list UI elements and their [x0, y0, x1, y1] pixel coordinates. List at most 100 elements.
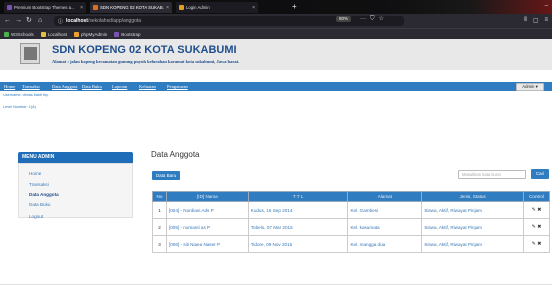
page-title: Data Anggota: [151, 150, 200, 159]
data-baru-button[interactable]: Data Baru: [152, 171, 180, 180]
nav-pengaturan[interactable]: Pengaturan: [167, 82, 188, 91]
forward-icon[interactable]: →: [15, 17, 22, 25]
anggota-table: No [ID] Nama T T L Alamat Jenis, Status …: [152, 191, 550, 253]
tab-title: Login Admin: [186, 5, 210, 10]
sidebar-title: MENU ADMIN: [18, 152, 133, 163]
reload-icon[interactable]: ↻: [26, 17, 32, 25]
bookmarks-bar: W3Schools Localhost phpMyAdmin Bootstrap: [0, 28, 552, 39]
shield-icon[interactable]: ⛉: [370, 14, 375, 24]
bookmark-item[interactable]: Localhost: [40, 31, 68, 37]
delete-icon[interactable]: ✖: [537, 207, 541, 213]
row-ttl: Tobelo, 07 Mar 2015: [247, 218, 349, 236]
browser-tab[interactable]: Login Admin ×: [176, 2, 258, 13]
row-status: Siswa, Aktif, Riwayat Pinjam: [421, 235, 524, 253]
nav-data-anggota[interactable]: Data Anggota: [52, 82, 77, 91]
column-header: T T L: [247, 191, 349, 202]
row-alamat: Kel. mangga dua: [347, 235, 423, 253]
bookmark-label: Bootstrap: [121, 31, 141, 37]
row-ttl: Kudus, 16 Sep 2014: [247, 201, 349, 219]
sidebar-item-transaksi[interactable]: Transaksi: [29, 182, 49, 187]
column-header: Alamat: [347, 191, 423, 202]
row-status: Siswa, Aktif, Riwayat Pinjam: [421, 218, 524, 236]
sidebar-item-data-anggota[interactable]: Data Anggota: [29, 192, 59, 197]
back-icon[interactable]: ←: [4, 17, 11, 25]
row-name: [004] - Nurdiani Ads P: [165, 201, 249, 219]
delete-icon[interactable]: ✖: [537, 241, 541, 247]
sidebar-menu: Home Transaksi Data Anggota Data Buku Lo…: [18, 163, 133, 219]
bookmark-label: phpMyAdmin: [81, 31, 108, 37]
row-name: [005] - nursanti as P: [165, 218, 249, 236]
admin-dropdown-button[interactable]: Admin ▾: [516, 83, 544, 91]
close-icon[interactable]: ×: [80, 5, 83, 11]
bootstrap-icon: [7, 5, 12, 10]
nav-home[interactable]: Home: [4, 82, 15, 91]
row-name: [006] - siti Niaea Naser P: [165, 235, 249, 253]
table-row: 2 [005] - nursanti as P Tobelo, 07 Mar 2…: [152, 218, 550, 236]
site-title: SDN KOPENG 02 KOTA SUKABUMI: [52, 44, 237, 56]
star-icon[interactable]: ☆: [379, 14, 384, 24]
column-header: Jenis, Status: [421, 191, 524, 202]
browser-tab-bar: Premium Bootstrap Themes a... × SDN KOPE…: [0, 0, 552, 14]
browser-tab-active[interactable]: SDN KOPENG 02 KOTA SUKAB... ×: [90, 2, 172, 13]
more-icon[interactable]: ···: [360, 14, 366, 24]
school-logo-icon: [20, 43, 40, 64]
url-path: /sekolahsd/app/anggota: [87, 18, 142, 24]
close-icon[interactable]: ×: [252, 5, 255, 11]
bookmark-label: Localhost: [47, 31, 68, 37]
row-alamat: Kel. Gambesi: [347, 201, 423, 219]
site-icon: [179, 5, 184, 10]
browser-tab[interactable]: Premium Bootstrap Themes a... ×: [4, 2, 86, 13]
search-input[interactable]: Masukkan kata kunci: [458, 170, 526, 179]
row-status: Siswa, Aktif, Riwayat Pinjam: [421, 201, 524, 219]
folder-icon: [40, 31, 46, 37]
edit-icon[interactable]: ✎: [532, 224, 536, 230]
table-row: 3 [006] - siti Niaea Naser P Tidore, 09 …: [152, 235, 550, 253]
sidebar-icon[interactable]: ▢: [533, 17, 539, 24]
row-number: 3: [152, 235, 167, 253]
nav-data-buku[interactable]: Data Buku: [82, 82, 102, 91]
nav-transaksi[interactable]: Transaksi: [22, 82, 40, 91]
bookmark-item[interactable]: W3Schools: [4, 31, 34, 37]
bookmark-item[interactable]: phpMyAdmin: [74, 31, 108, 37]
new-tab-icon[interactable]: +: [292, 2, 297, 12]
row-controls: ✎ ✖: [523, 218, 550, 236]
footer-divider: [0, 284, 552, 285]
row-controls: ✎ ✖: [523, 201, 550, 219]
home-icon[interactable]: ⌂: [38, 17, 42, 25]
sidebar-item-data-buku[interactable]: Data Buku: [29, 202, 50, 207]
tab-title: SDN KOPENG 02 KOTA SUKAB...: [100, 5, 165, 10]
menu-icon[interactable]: ≡: [544, 17, 548, 24]
w3schools-icon: [4, 31, 9, 37]
user-name: Username: dimas bakti rhp: [3, 93, 49, 97]
bookmark-item[interactable]: Bootstrap: [114, 31, 141, 37]
edit-icon[interactable]: ✎: [532, 241, 536, 247]
nav-laporan[interactable]: Laporan: [112, 82, 127, 91]
address-bar[interactable]: ⓘ localhost/sekolahsd/app/anggota: [54, 16, 404, 26]
site-icon: [93, 5, 98, 10]
close-icon[interactable]: ×: [166, 5, 169, 11]
minimize-icon[interactable]: –: [545, 3, 548, 9]
table-header: No [ID] Nama T T L Alamat Jenis, Status …: [152, 191, 550, 202]
edit-icon[interactable]: ✎: [532, 207, 536, 213]
library-icon[interactable]: ⫴: [524, 17, 527, 24]
sidebar-item-home[interactable]: Home: [29, 171, 41, 176]
nav-keluaran[interactable]: Keluaran: [139, 82, 156, 91]
row-number: 1: [152, 201, 167, 219]
zoom-level[interactable]: 80%: [336, 16, 352, 22]
site-subtitle: Alamat : jalan kopeng kecamatan gunung p…: [52, 59, 240, 64]
sidebar-item-logout[interactable]: Logout: [29, 214, 43, 219]
row-controls: ✎ ✖: [523, 235, 550, 253]
admin-label: Admin: [522, 84, 535, 89]
search-button[interactable]: Cari: [531, 169, 549, 179]
browser-toolbar: ← → ↻ ⌂ ⓘ localhost/sekolahsd/app/anggot…: [0, 14, 552, 28]
tab-title: Premium Bootstrap Themes a...: [14, 5, 75, 10]
column-header: [ID] Nama: [165, 191, 249, 202]
row-alamat: Kel. kasumata: [347, 218, 423, 236]
main-nav: Home Transaksi Data Anggota Data Buku La…: [0, 82, 552, 91]
url-host: localhost: [66, 18, 88, 24]
phpmyadmin-icon: [74, 31, 80, 37]
bootstrap-icon: [114, 31, 120, 37]
table-row: 1 [004] - Nurdiani Ads P Kudus, 16 Sep 2…: [152, 201, 550, 219]
delete-icon[interactable]: ✖: [537, 224, 541, 230]
column-header: No: [152, 191, 167, 202]
